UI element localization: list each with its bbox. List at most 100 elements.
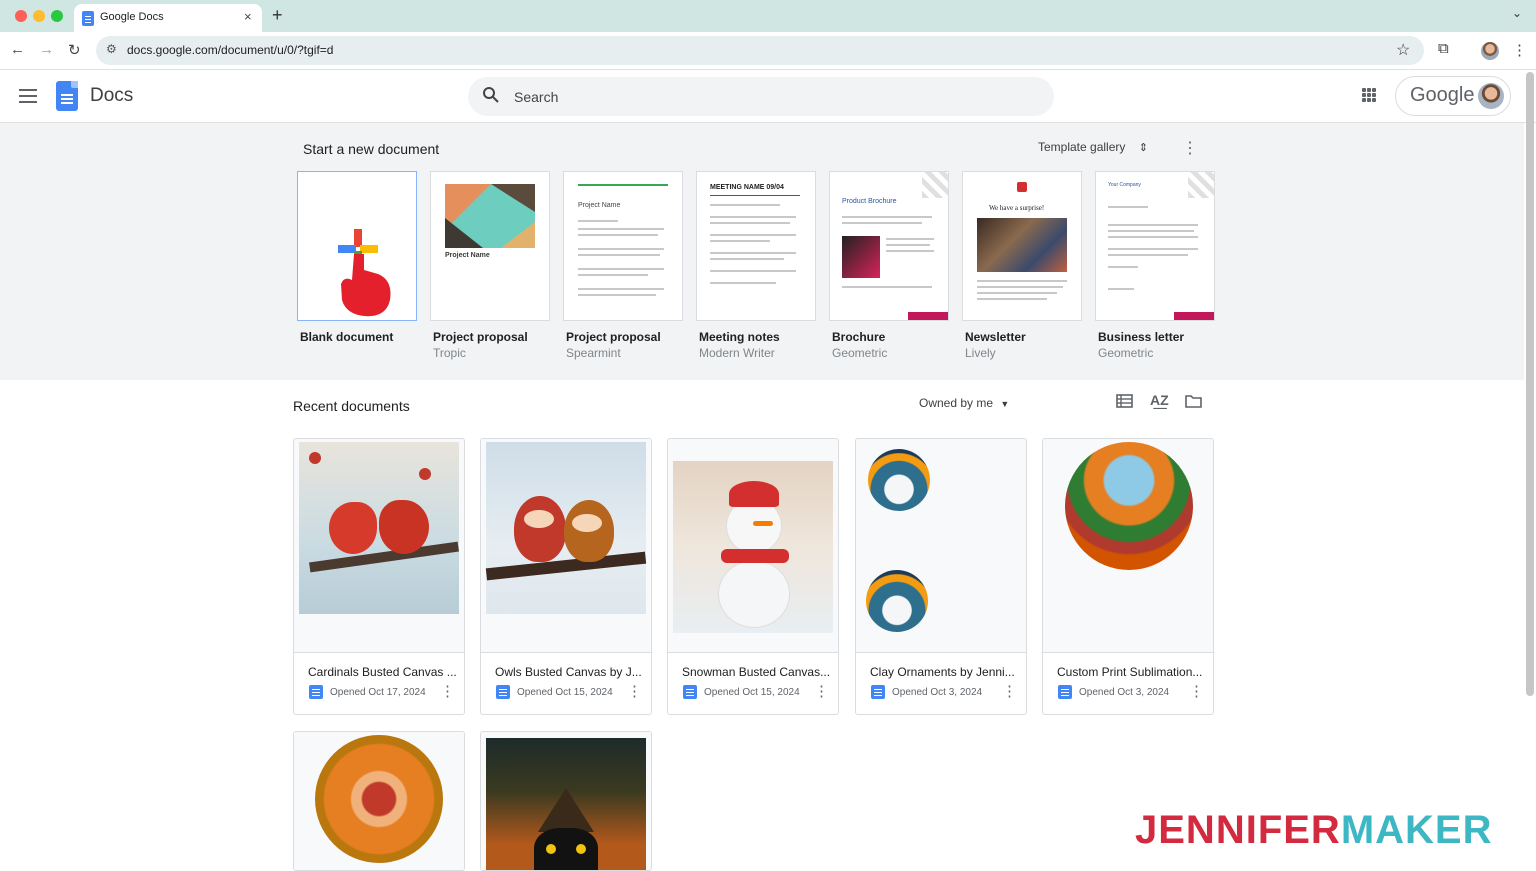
template-subtitle: Spearmint (566, 346, 621, 360)
docs-file-icon (496, 685, 510, 699)
accent-rule (578, 184, 668, 186)
accent-bar (908, 312, 948, 320)
product-photo-image (842, 236, 880, 278)
document-thumbnail[interactable] (1043, 439, 1213, 653)
more-options-icon[interactable]: ⋮ (627, 682, 642, 700)
dropdown-arrow-icon: ▼ (1000, 399, 1010, 409)
thumb-heading: Your Company (1108, 182, 1141, 188)
forward-arrow-icon[interactable]: → (39, 41, 54, 58)
back-arrow-icon[interactable]: ← (10, 41, 25, 58)
thumb-heading: We have a surprise! (989, 204, 1045, 212)
google-apps-icon[interactable] (1362, 88, 1376, 102)
template-thumbnail[interactable]: Project Name (563, 171, 683, 321)
document-thumbnail[interactable] (294, 732, 464, 870)
template-name: Blank document (300, 330, 394, 344)
owls-image (485, 442, 647, 614)
document-thumbnail[interactable] (668, 439, 838, 653)
close-window-button[interactable] (15, 10, 27, 22)
page-scrollbar[interactable] (1526, 72, 1534, 696)
docs-favicon-icon (82, 11, 94, 26)
docs-file-icon (871, 685, 885, 699)
docs-file-icon (1058, 685, 1072, 699)
browser-menu-icon[interactable]: ⋮ (1512, 41, 1527, 59)
document-thumbnail[interactable] (481, 439, 651, 653)
template-name: Newsletter (965, 330, 1026, 344)
maximize-window-button[interactable] (51, 10, 63, 22)
more-options-icon[interactable]: ⋮ (1002, 682, 1017, 700)
new-tab-button[interactable]: + (272, 5, 283, 26)
opened-date: Opened Oct 3, 2024 (892, 687, 983, 698)
document-thumbnail[interactable] (856, 439, 1026, 653)
document-card[interactable]: Owls Busted Canvas by J... Opened Oct 15… (480, 438, 652, 715)
template-name: Project proposal (566, 330, 661, 344)
sort-az-icon[interactable]: A͟Z (1150, 392, 1169, 408)
heart-icon (1017, 182, 1027, 192)
section-title: Start a new document (303, 141, 440, 157)
geometric-corner (1188, 172, 1214, 198)
template-thumbnail[interactable]: MEETING NAME 09/04 (696, 171, 816, 321)
template-gallery-button[interactable]: Template gallery ⇕ (1038, 140, 1148, 154)
cardinals-image (299, 442, 459, 614)
document-card[interactable]: Clay Ornaments by Jenni... Opened Oct 3,… (855, 438, 1027, 715)
opened-date: Opened Oct 3, 2024 (1079, 687, 1170, 698)
clay-ornament-image (868, 449, 930, 511)
template-subtitle: Geometric (832, 346, 888, 360)
browser-tab[interactable]: Google Docs × (74, 4, 262, 32)
more-options-icon[interactable]: ⋮ (1189, 682, 1204, 700)
thumb-heading: Project Name (445, 252, 490, 259)
extensions-icon[interactable]: ⧉ (1438, 40, 1449, 57)
tab-close-icon[interactable]: × (244, 9, 252, 24)
more-options-icon[interactable]: ⋮ (814, 682, 829, 700)
template-thumbnail[interactable]: Product Brochure (829, 171, 949, 321)
more-options-icon[interactable]: ⋮ (440, 682, 455, 700)
template-subtitle: Tropic (433, 346, 466, 360)
app-title[interactable]: Docs (90, 85, 133, 107)
template-subtitle: Modern Writer (699, 346, 775, 360)
snowman-image (673, 461, 833, 633)
template-subtitle: Lively (965, 346, 996, 360)
document-thumbnail[interactable] (294, 439, 464, 653)
opened-date: Opened Oct 15, 2024 (704, 687, 800, 698)
document-card[interactable]: Cardinals Busted Canvas ... Opened Oct 1… (293, 438, 465, 715)
template-thumbnail[interactable]: We have a surprise! (962, 171, 1082, 321)
document-title: Custom Print Sublimation... (1057, 665, 1203, 679)
plus-icon (338, 229, 391, 317)
chevron-down-icon[interactable]: ⌄ (1512, 6, 1522, 20)
document-thumbnail[interactable] (481, 732, 651, 870)
folder-icon[interactable] (1185, 394, 1202, 408)
address-bar[interactable]: ⚙ docs.google.com/document/u/0/?tgif=d ☆ (96, 36, 1424, 65)
document-card[interactable] (293, 731, 465, 871)
owned-by-filter[interactable]: Owned by me ▼ (919, 396, 1009, 410)
document-card[interactable]: Snowman Busted Canvas... Opened Oct 15, … (667, 438, 839, 715)
google-account-button[interactable]: Google (1395, 76, 1511, 116)
document-title: Owls Busted Canvas by J... (495, 665, 642, 679)
logo-part-1: JENNIFER (1135, 808, 1341, 852)
avatar (1478, 83, 1504, 109)
list-view-icon[interactable] (1116, 394, 1133, 408)
template-gallery-label: Template gallery (1038, 140, 1126, 154)
reload-icon[interactable]: ↻ (68, 41, 81, 59)
url-text[interactable]: docs.google.com/document/u/0/?tgif=d (127, 43, 333, 57)
search-icon[interactable] (482, 86, 500, 104)
search-placeholder: Search (514, 89, 559, 105)
document-card[interactable]: Custom Print Sublimation... Opened Oct 3… (1042, 438, 1214, 715)
site-info-icon[interactable]: ⚙ (106, 42, 117, 56)
document-card[interactable] (480, 731, 652, 871)
thumb-heading: MEETING NAME 09/04 (710, 184, 784, 191)
bookmark-star-icon[interactable]: ☆ (1396, 40, 1410, 60)
docs-header: Docs Search Google (0, 70, 1536, 123)
search-input[interactable]: Search (468, 77, 1054, 116)
template-name: Business letter (1098, 330, 1185, 344)
template-section: Start a new document Template gallery ⇕ … (0, 123, 1524, 380)
template-thumbnail[interactable]: Your Company (1095, 171, 1215, 321)
more-options-icon[interactable]: ⋮ (1182, 138, 1198, 158)
minimize-window-button[interactable] (33, 10, 45, 22)
browser-profile-avatar[interactable] (1481, 42, 1499, 60)
template-thumbnail[interactable]: Project Name (430, 171, 550, 321)
template-name: Brochure (832, 330, 886, 344)
template-thumbnail[interactable] (297, 171, 417, 321)
main-menu-icon[interactable] (19, 89, 37, 103)
docs-logo-icon[interactable] (56, 81, 78, 111)
template-subtitle: Geometric (1098, 346, 1154, 360)
jennifermaker-logo: JENNIFERMAKER (1135, 808, 1492, 853)
